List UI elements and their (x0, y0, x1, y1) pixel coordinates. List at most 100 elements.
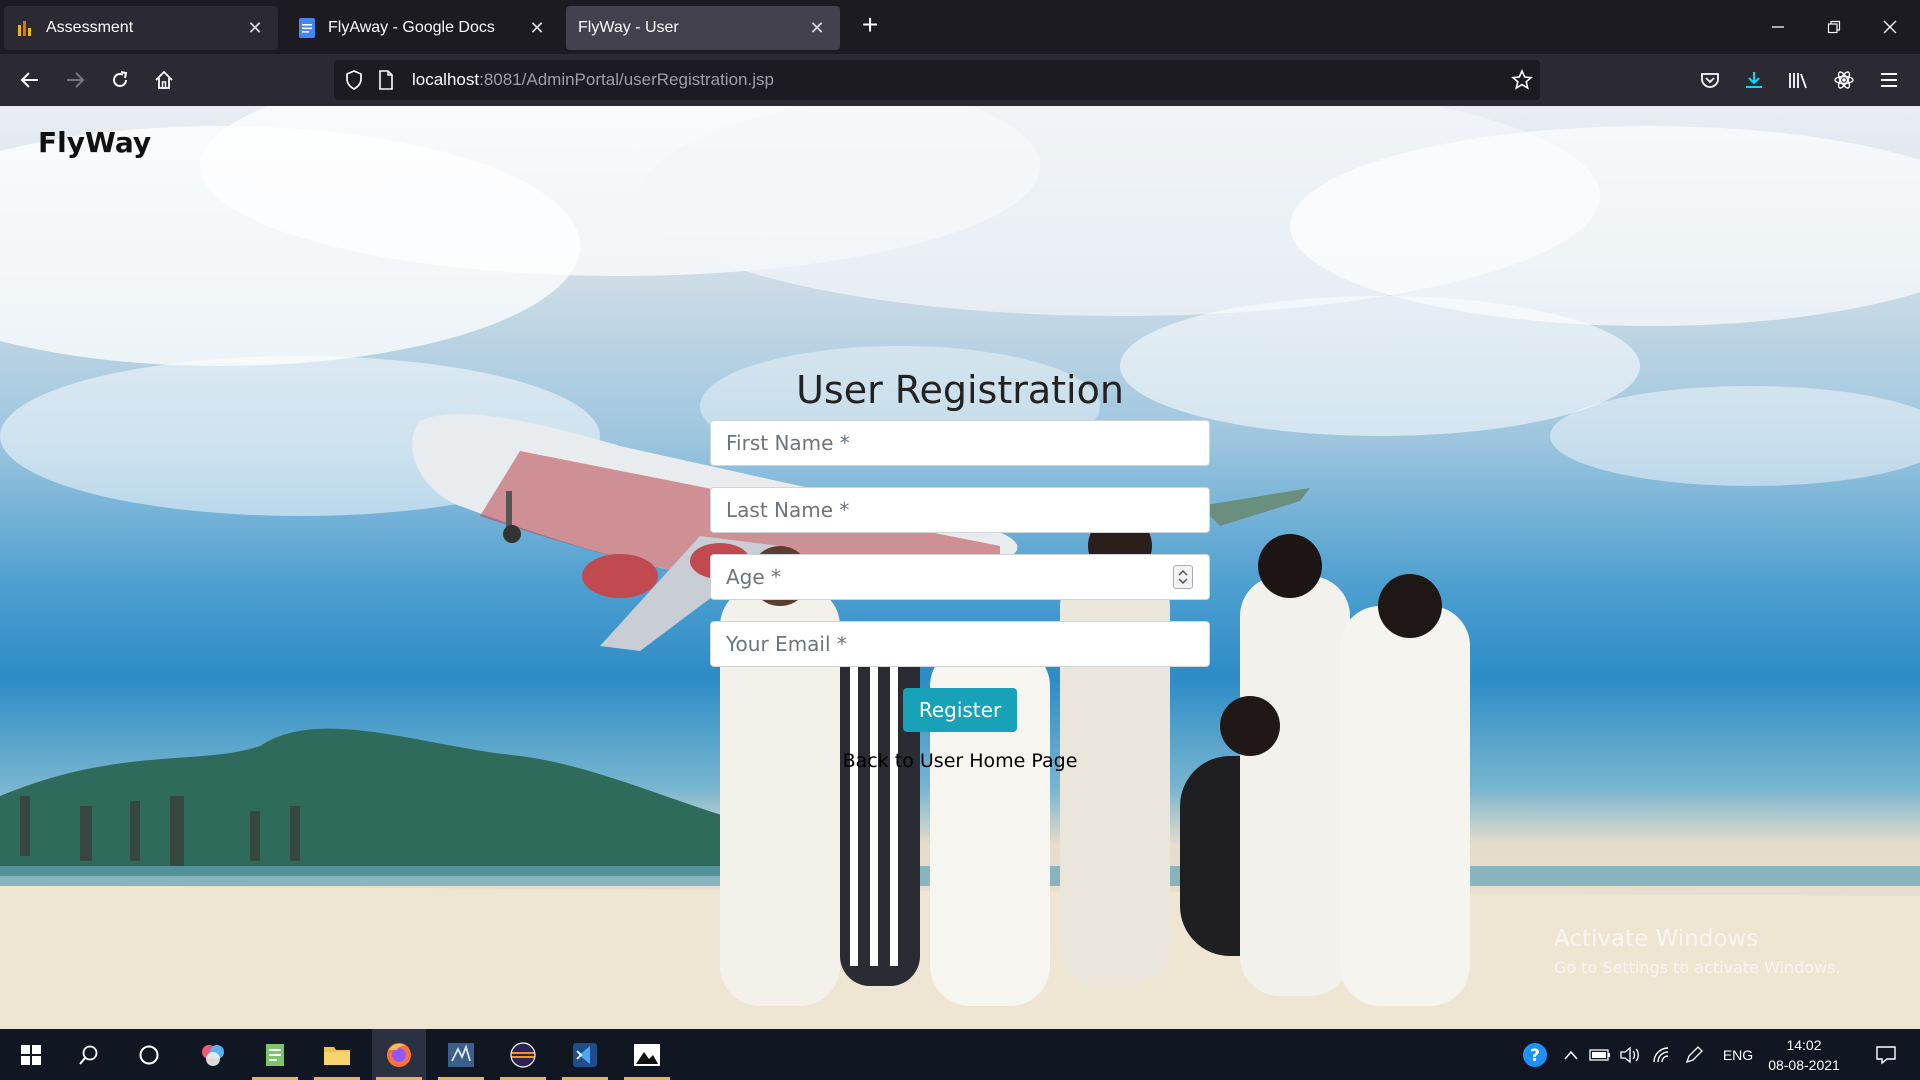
language-indicator[interactable]: ENG (1716, 1029, 1760, 1080)
url-text[interactable]: localhost:8081/AdminPortal/userRegistrat… (412, 70, 774, 90)
taskbar-file-explorer[interactable] (310, 1029, 364, 1080)
start-button[interactable] (4, 1029, 58, 1080)
battery-tray-icon[interactable] (1588, 1029, 1612, 1080)
notification-icon (1876, 1045, 1896, 1064)
new-tab-button[interactable]: + (856, 11, 884, 40)
tab-assessment[interactable]: Assessment ✕ (4, 6, 278, 50)
tab-flyway-user[interactable]: FlyWay - User ✕ (566, 6, 840, 50)
close-window-button[interactable] (1870, 10, 1910, 44)
last-name-input[interactable] (726, 488, 1194, 532)
first-name-input[interactable] (726, 421, 1194, 465)
clock-date: 08-08-2021 (1768, 1057, 1840, 1073)
tab-label: FlyAway - Google Docs (328, 19, 495, 36)
windows-activation-watermark: Activate Windows Go to Settings to activ… (1554, 926, 1841, 977)
brand-logo[interactable]: FlyWay (38, 126, 151, 159)
hamburger-menu-icon (1881, 73, 1897, 87)
search-button[interactable] (62, 1029, 116, 1080)
react-atom-icon (1834, 71, 1854, 89)
taskbar-app-notepad[interactable] (248, 1029, 302, 1080)
help-tray-button[interactable]: ? (1518, 1029, 1552, 1080)
cortana-button[interactable] (122, 1029, 176, 1080)
tab-label: Assessment (46, 19, 134, 36)
arrow-left-icon (20, 72, 38, 88)
page-title: User Registration (796, 368, 1124, 412)
wifi-tray-icon[interactable] (1650, 1029, 1674, 1080)
home-button[interactable] (146, 62, 182, 98)
notification-center-button[interactable] (1866, 1029, 1906, 1080)
bookmark-star-icon[interactable] (1510, 68, 1534, 92)
speaker-icon (1620, 1046, 1639, 1063)
windows-taskbar: ? ENG 14:02 08-08-2021 (0, 1029, 1920, 1080)
pocket-button[interactable] (1692, 62, 1728, 98)
close-tab-icon[interactable]: ✕ (244, 17, 266, 39)
register-button[interactable]: Register (902, 688, 1018, 732)
eclipse-icon (510, 1041, 536, 1068)
url-path: :8081/AdminPortal/userRegistration.jsp (479, 70, 774, 89)
clock-time: 14:02 (1786, 1037, 1822, 1053)
app-flower-icon (202, 1044, 224, 1066)
minimize-button[interactable] (1758, 10, 1798, 44)
taskbar-firefox[interactable] (372, 1029, 426, 1080)
url-host: localhost (412, 70, 480, 89)
windows-logo-icon (21, 1044, 41, 1065)
back-to-home-link[interactable]: Back to User Home Page (710, 750, 1210, 772)
watermark-title: Activate Windows (1554, 926, 1759, 952)
page-info-icon[interactable] (374, 68, 398, 92)
taskbar-app-1[interactable] (186, 1029, 240, 1080)
taskbar-vscode[interactable] (558, 1029, 612, 1080)
address-bar[interactable]: localhost:8081/AdminPortal/userRegistrat… (334, 60, 1540, 100)
help-question-icon: ? (1523, 1042, 1547, 1067)
back-button[interactable] (12, 62, 48, 98)
minimize-icon (1772, 26, 1784, 28)
forward-button[interactable] (57, 62, 93, 98)
photos-icon (634, 1043, 660, 1066)
extension-button[interactable] (1826, 62, 1862, 98)
browser-tab-bar: Assessment ✕ FlyAway - Google Docs ✕ Fly… (0, 0, 1920, 54)
reload-button[interactable] (102, 62, 138, 98)
search-icon (79, 1045, 98, 1065)
age-field[interactable] (710, 554, 1210, 600)
taskbar-eclipse[interactable] (496, 1029, 550, 1080)
stepper-arrows-icon (1178, 569, 1188, 585)
download-icon (1746, 72, 1762, 88)
pen-icon (1685, 1045, 1703, 1063)
library-button[interactable] (1781, 62, 1817, 98)
browser-toolbar: localhost:8081/AdminPortal/userRegistrat… (0, 54, 1920, 106)
menu-button[interactable] (1871, 62, 1907, 98)
email-input[interactable] (726, 622, 1194, 666)
downloads-button[interactable] (1736, 62, 1772, 98)
close-tab-icon[interactable]: ✕ (806, 17, 828, 39)
reload-icon (113, 71, 128, 87)
age-input[interactable] (726, 555, 1194, 599)
shield-icon[interactable] (342, 68, 366, 92)
volume-tray-icon[interactable] (1618, 1029, 1642, 1080)
close-tab-icon[interactable]: ✕ (526, 17, 548, 39)
close-icon (1883, 20, 1897, 34)
firefox-icon (387, 1042, 411, 1067)
last-name-field[interactable] (710, 487, 1210, 533)
show-hidden-icons-button[interactable] (1560, 1029, 1582, 1080)
registration-form: User Registration Register Back to User … (710, 368, 1210, 772)
page-viewport: FlyWay User Registration Register Back t… (0, 106, 1920, 1029)
pocket-icon (1701, 73, 1719, 88)
chevron-up-icon (1564, 1050, 1578, 1059)
tab-label: FlyWay - User (578, 19, 679, 36)
first-name-field[interactable] (710, 420, 1210, 466)
tab-google-docs[interactable]: FlyAway - Google Docs ✕ (286, 6, 560, 50)
clock[interactable]: 14:02 08-08-2021 (1762, 1035, 1846, 1075)
workbench-icon (448, 1042, 474, 1067)
number-stepper[interactable] (1173, 565, 1193, 589)
watermark-subtitle: Go to Settings to activate Windows. (1554, 958, 1841, 977)
restore-button[interactable] (1814, 10, 1854, 44)
pen-tray-icon[interactable] (1682, 1029, 1706, 1080)
home-icon (155, 70, 173, 89)
taskbar-photos[interactable] (620, 1029, 674, 1080)
svg-text:?: ? (1530, 1046, 1540, 1066)
bar-chart-icon (16, 19, 34, 37)
taskbar-mysql-workbench[interactable] (434, 1029, 488, 1080)
cortana-circle-icon (139, 1045, 159, 1064)
email-field[interactable] (710, 621, 1210, 667)
battery-icon (1589, 1048, 1610, 1061)
vscode-icon (573, 1042, 597, 1067)
arrow-right-icon (67, 72, 85, 88)
